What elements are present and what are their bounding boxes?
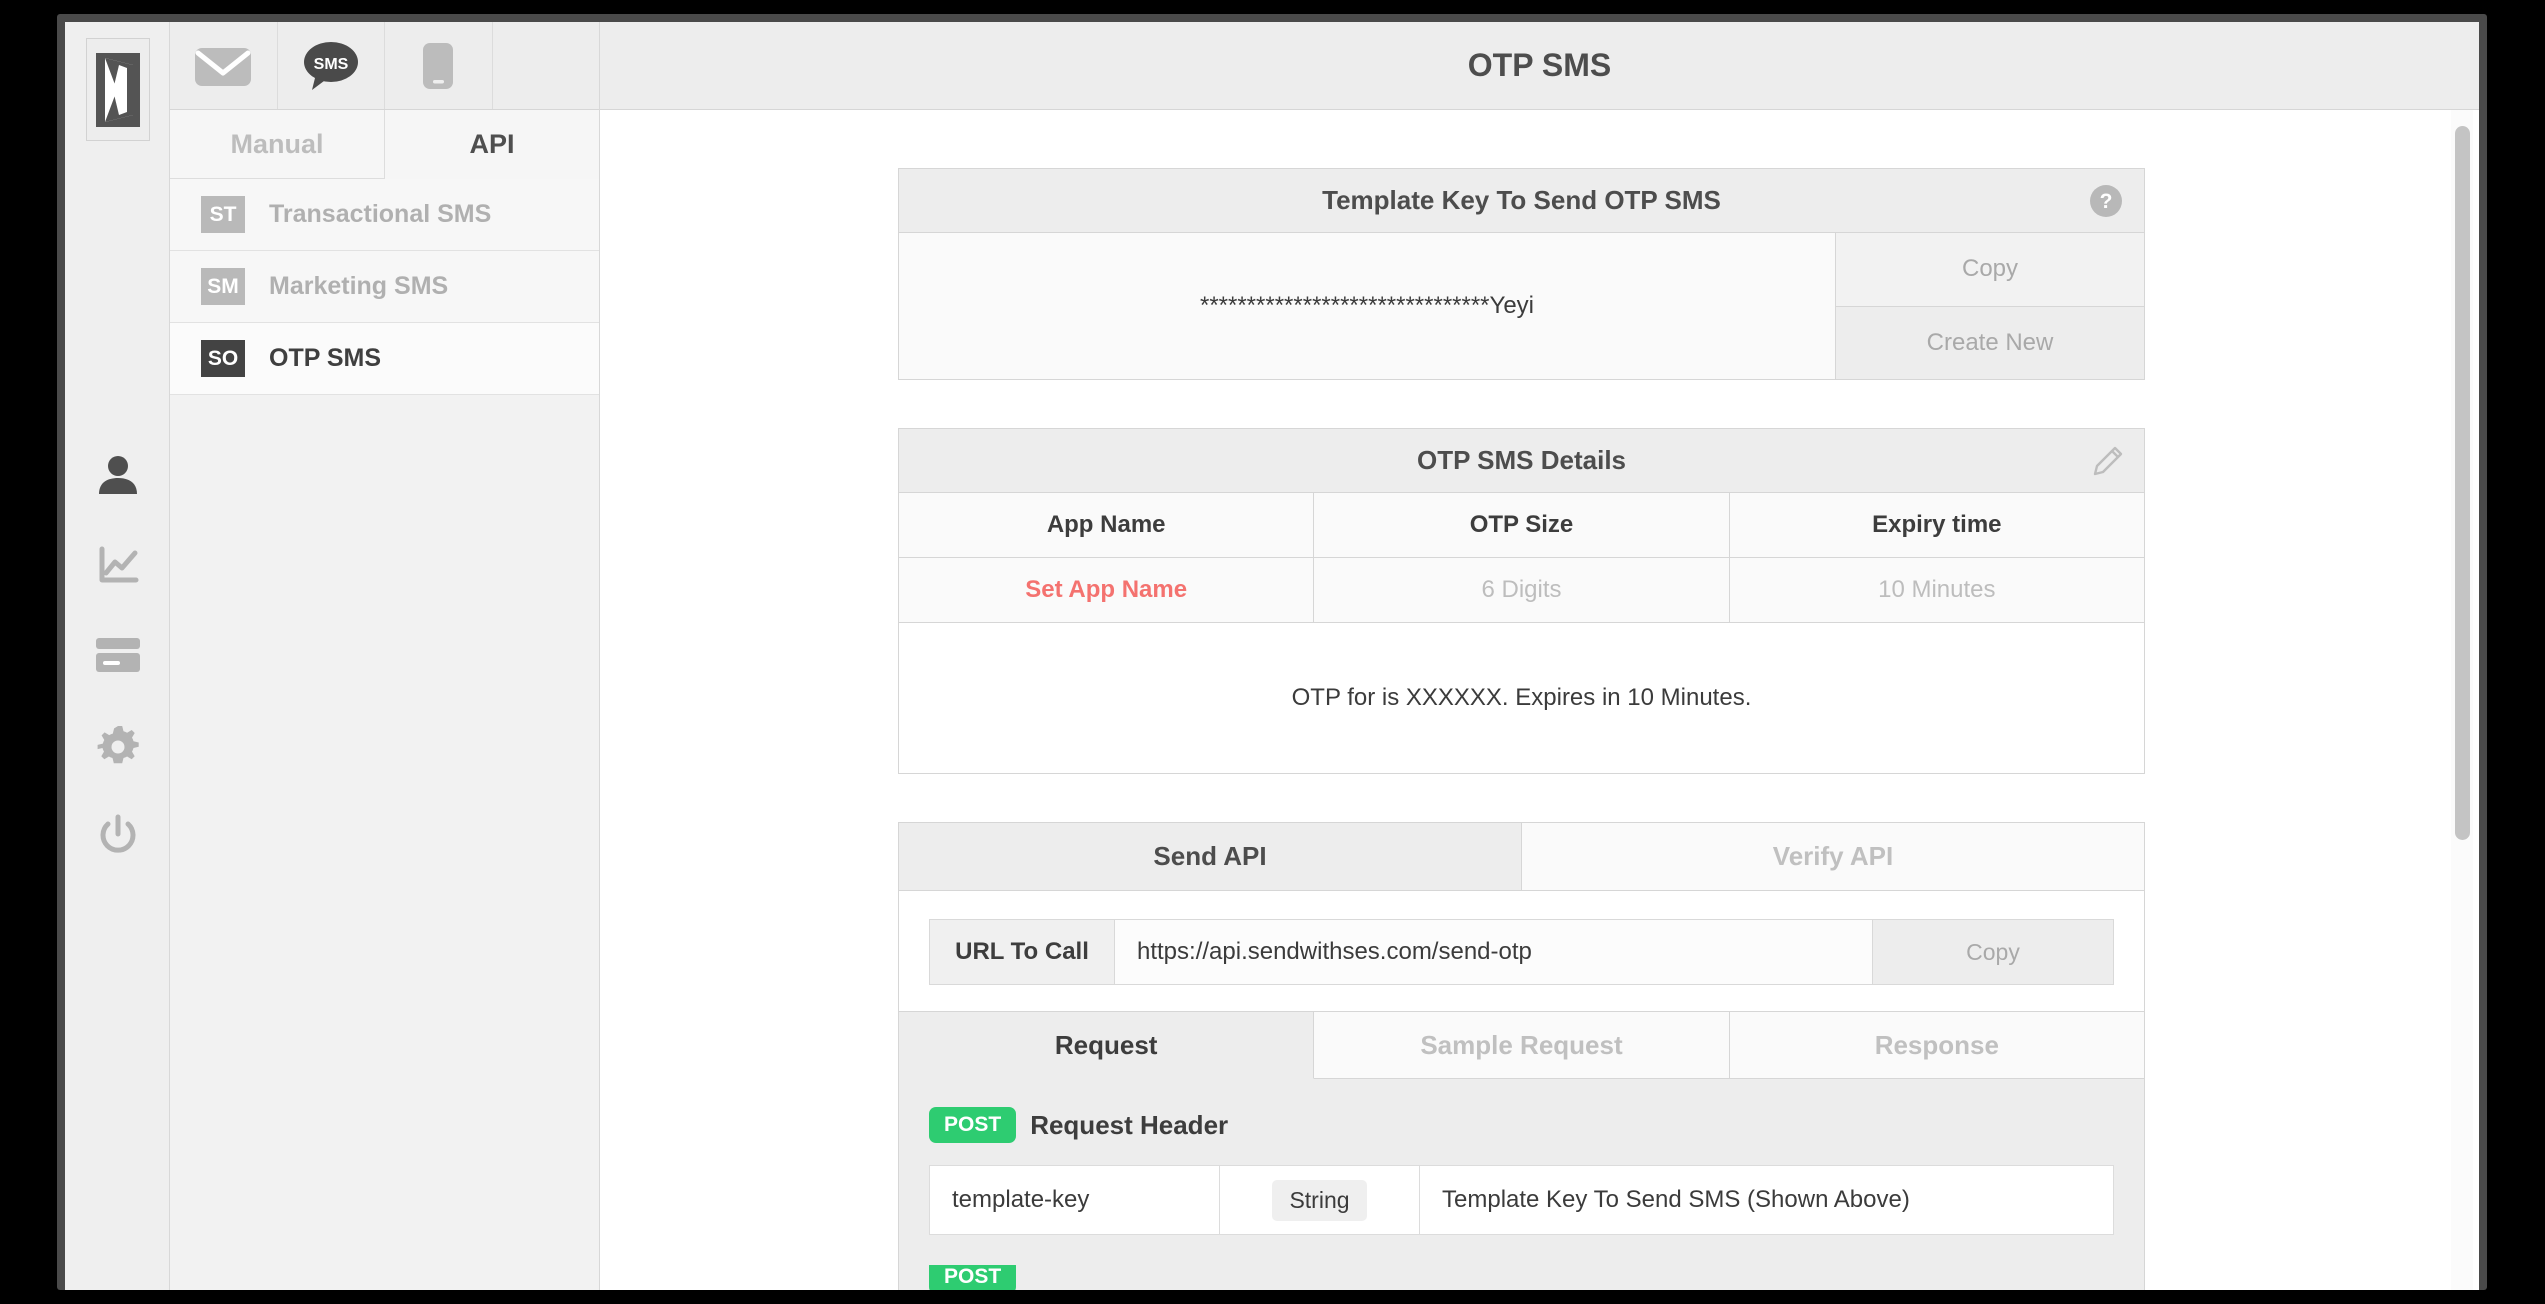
expiry-time-value: 10 Minutes	[1878, 576, 1996, 603]
param-type: String	[1220, 1166, 1420, 1234]
otp-details-panel-title: OTP SMS Details	[1416, 445, 1627, 475]
copy-url-button[interactable]: Copy	[1873, 920, 2113, 984]
mode-tab-bar: Manual API	[170, 110, 599, 179]
scrollable-content: Template Key To Send OTP SMS ? *********…	[600, 110, 2479, 1290]
gear-icon-glyph	[97, 726, 139, 764]
copy-template-key-button[interactable]: Copy	[1836, 233, 2144, 307]
request-tab-bar: Request Sample Request Response	[899, 1011, 2144, 1079]
channel-tab-email[interactable]	[170, 22, 278, 109]
set-app-name-link[interactable]: Set App Name	[899, 558, 1315, 622]
tab-request[interactable]: Request	[899, 1012, 1315, 1079]
vertical-scrollbar-track[interactable]	[2451, 110, 2473, 1290]
template-key-panel-title: Template Key To Send OTP SMS	[1322, 185, 1721, 215]
app-viewport: SMS Manual API ST Transactional SMS SM M…	[65, 22, 2479, 1290]
pencil-icon	[2093, 446, 2123, 475]
sidebar-item-label: OTP SMS	[269, 344, 382, 372]
template-key-actions: Copy Create New	[1836, 233, 2144, 379]
power-icon-glyph	[100, 814, 135, 853]
tab-sample-request[interactable]: Sample Request	[1314, 1012, 1730, 1079]
open-door-icon	[96, 52, 140, 127]
svg-text:?: ?	[2100, 190, 2113, 213]
request-header-section-title: POST Request Header	[929, 1107, 2114, 1143]
column-header-app-name: App Name	[899, 493, 1315, 557]
channel-tab-sms[interactable]: SMS	[278, 22, 385, 109]
sidebar-item-otp-sms[interactable]: SO OTP SMS	[170, 323, 599, 395]
help-button[interactable]: ?	[2088, 183, 2124, 219]
nav-badge-sm: SM	[201, 268, 245, 305]
left-icon-rail	[65, 22, 170, 1290]
tab-send-api[interactable]: Send API	[899, 823, 1522, 891]
template-key-body: *******************************Yeyi Copy…	[899, 233, 2144, 379]
envelope-icon	[195, 47, 252, 86]
nav-badge-st: ST	[201, 196, 245, 233]
table-row: Set App Name 6 Digits 10 Minutes	[899, 558, 2144, 623]
sidebar-item-marketing-sms[interactable]: SM Marketing SMS	[170, 251, 599, 323]
analytics-chart-icon[interactable]	[65, 537, 170, 593]
user-icon-glyph	[98, 456, 137, 494]
template-key-panel: Template Key To Send OTP SMS ? *********…	[898, 168, 2145, 380]
channel-tab-empty	[493, 22, 600, 109]
sidebar-item-transactional-sms[interactable]: ST Transactional SMS	[170, 179, 599, 251]
type-pill: String	[1272, 1179, 1367, 1221]
channel-tab-bar: SMS	[170, 22, 599, 110]
mobile-phone-icon	[423, 42, 454, 89]
url-to-call-value[interactable]: https://api.sendwithses.com/send-otp	[1115, 920, 1873, 984]
url-to-call-row: URL To Call https://api.sendwithses.com/…	[929, 919, 2114, 985]
section-label: Request Header	[1030, 1109, 1229, 1140]
sidebar-item-label: Transactional SMS	[269, 200, 492, 228]
sms-bubble-icon: SMS	[303, 41, 358, 90]
request-body: POST Request Header template-key String …	[899, 1079, 2144, 1290]
tab-verify-api[interactable]: Verify API	[1522, 823, 2144, 891]
power-icon[interactable]	[65, 807, 170, 863]
page-header: OTP SMS	[600, 22, 2479, 110]
main-content-area: OTP SMS Template Key To Send OTP SMS ? *…	[600, 22, 2479, 1290]
question-mark-icon: ?	[2090, 184, 2122, 217]
tab-response[interactable]: Response	[1729, 1012, 2144, 1079]
tab-api[interactable]: API	[385, 110, 599, 179]
app-logo[interactable]	[86, 38, 150, 141]
credit-card-icon[interactable]	[65, 627, 170, 683]
http-verb-badge: POST	[929, 1107, 1017, 1143]
http-verb-badge-partial: POST	[929, 1265, 1017, 1290]
vertical-scrollbar-thumb[interactable]	[2455, 126, 2470, 840]
svg-text:SMS: SMS	[313, 56, 348, 73]
analytics-chart-icon-glyph	[99, 546, 138, 583]
column-header-expiry-time: Expiry time	[1872, 511, 2002, 538]
create-new-template-key-button[interactable]: Create New	[1836, 306, 2144, 379]
otp-message-preview: OTP for is XXXXXX. Expires in 10 Minutes…	[899, 623, 2144, 773]
nav-badge-so: SO	[201, 340, 245, 377]
details-header-row: App Name OTP Size Expiry time	[899, 493, 2144, 558]
url-to-call-label: URL To Call	[930, 920, 1115, 984]
column-header-otp-size: OTP Size	[1314, 493, 1730, 557]
otp-details-panel: OTP SMS Details App Name OTP Size Expiry…	[898, 428, 2145, 774]
api-panel: Send API Verify API URL To Call https://…	[898, 822, 2145, 1290]
credit-card-icon-glyph	[95, 638, 140, 672]
channel-tab-mobile[interactable]	[385, 22, 493, 109]
sidebar-item-label: Marketing SMS	[269, 272, 449, 300]
param-name: template-key	[930, 1166, 1220, 1234]
page-title: OTP SMS	[1467, 47, 1612, 83]
template-key-panel-header: Template Key To Send OTP SMS ?	[899, 169, 2144, 233]
tab-manual[interactable]: Manual	[170, 110, 385, 179]
gear-icon[interactable]	[65, 717, 170, 773]
table-row: template-key String Template Key To Send…	[930, 1166, 2113, 1234]
secondary-nav-column: SMS Manual API ST Transactional SMS SM M…	[170, 22, 600, 1290]
content-column: Template Key To Send OTP SMS ? *********…	[898, 110, 2145, 1290]
nav-empty-space	[170, 395, 599, 1290]
url-region: URL To Call https://api.sendwithses.com/…	[899, 891, 2144, 1011]
edit-details-button[interactable]	[2092, 445, 2124, 477]
template-key-value: *******************************Yeyi	[899, 233, 1836, 379]
next-section-partial: POST	[929, 1265, 2114, 1290]
user-icon[interactable]	[65, 447, 170, 503]
otp-size-value: 6 Digits	[1314, 558, 1730, 622]
request-header-param-table: template-key String Template Key To Send…	[929, 1165, 2114, 1235]
browser-window-frame: SMS Manual API ST Transactional SMS SM M…	[57, 14, 2487, 1290]
api-tab-bar: Send API Verify API	[899, 823, 2144, 891]
param-description: Template Key To Send SMS (Shown Above)	[1442, 1186, 1910, 1213]
otp-details-panel-header: OTP SMS Details	[899, 429, 2144, 493]
